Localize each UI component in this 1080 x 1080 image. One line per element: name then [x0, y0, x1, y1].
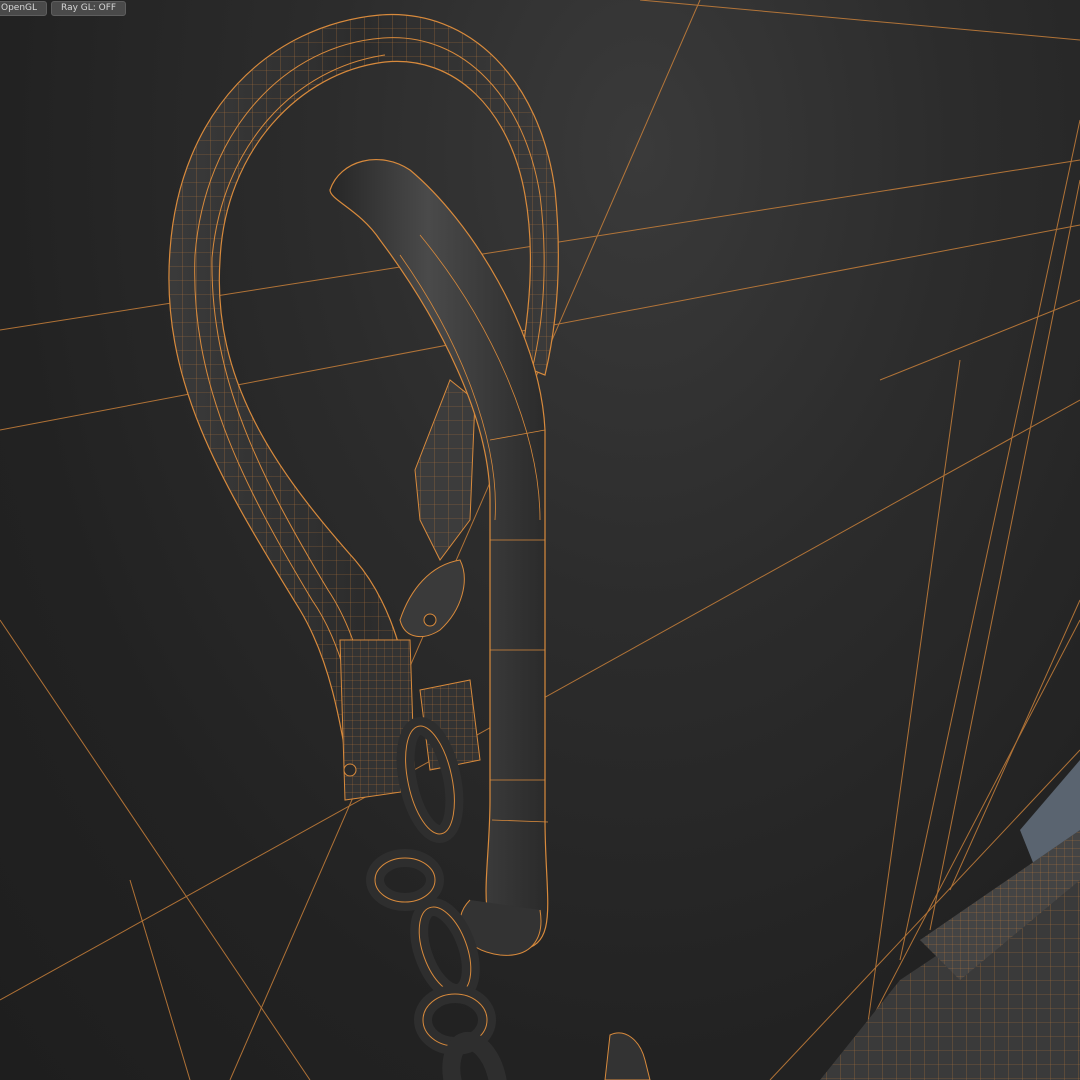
floor-block	[820, 760, 1080, 1080]
viewport-canvas[interactable]	[0, 0, 1080, 1080]
raygl-toggle[interactable]: Ray GL: OFF	[51, 1, 127, 16]
viewport-toolbar: OpenGL Ray GL: OFF	[0, 0, 127, 17]
3d-viewport[interactable]: OpenGL Ray GL: OFF	[0, 0, 1080, 1080]
bottom-fragment	[604, 1032, 651, 1080]
renderer-toggle[interactable]: OpenGL	[0, 1, 48, 16]
